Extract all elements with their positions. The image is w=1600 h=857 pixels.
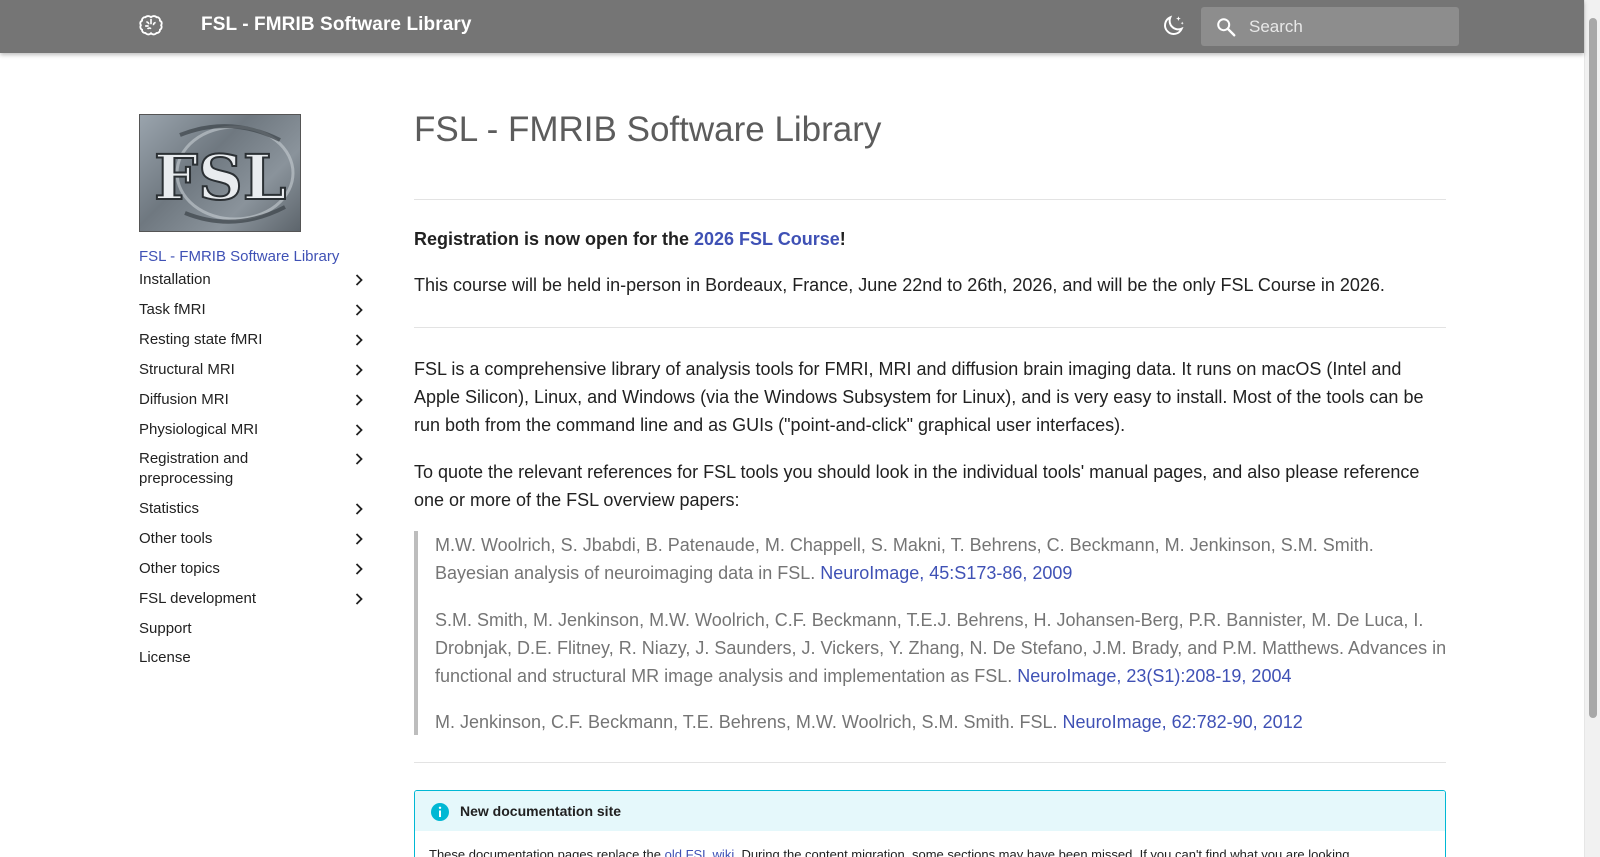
sidebar-item-support[interactable]: Support [139,619,371,639]
reference-text: S.M. Smith, M. Jenkinson, M.W. Woolrich,… [435,610,1447,686]
course-link[interactable]: 2026 FSL Course [694,229,840,249]
sidebar-item-label: Structural MRI [139,361,235,378]
sidebar-item-label: Registration and preprocessing [139,450,249,487]
announcement-suffix: ! [839,229,846,249]
reference-item: S.M. Smith, M. Jenkinson, M.W. Woolrich,… [435,606,1448,690]
reference-text: M. Jenkinson, C.F. Beckmann, T.E. Behren… [435,712,1063,732]
site-title[interactable]: FSL - FMRIB Software Library [201,14,472,36]
course-announcement: Registration is now open for the 2026 FS… [414,225,1444,253]
sidebar-item-label: Statistics [139,500,200,517]
reference-item: M.W. Woolrich, S. Jbabdi, B. Patenaude, … [435,531,1448,587]
sidebar-item-label: Resting state fMRI [139,331,263,348]
sidebar-item-task-fmri[interactable]: Task fMRI [139,300,371,320]
sidebar-item-registration-and-preprocessing[interactable]: Registration and preprocessing [139,449,371,489]
announcement-prefix: Registration is now open for the [414,229,695,249]
chevron-right-icon [355,304,363,316]
sidebar-nav: Installation Task fMRI Resting state fMR… [139,270,371,668]
chevron-right-icon [355,334,363,346]
info-admonition: New documentation site These documentati… [414,790,1446,857]
sidebar-item-structural-mri[interactable]: Structural MRI [139,360,371,380]
course-info: This course will be held in-person in Bo… [414,275,1385,295]
admonition-title: New documentation site [460,803,622,819]
admonition-body: These documentation pages replace the ol… [429,847,1429,857]
sidebar-item-label: Task fMRI [139,301,206,318]
sidebar-item-other-tools[interactable]: Other tools [139,529,371,549]
reference-link[interactable]: NeuroImage, 23(S1):208-19, 2004 [1017,666,1291,686]
sidebar-item-license[interactable]: License [139,648,371,668]
moon-stars-icon[interactable] [1160,13,1186,39]
chevron-right-icon [355,533,363,545]
chevron-right-icon [355,364,363,376]
page-scrollbar[interactable] [1584,0,1600,857]
reference-link[interactable]: NeuroImage, 45:S173-86, 2009 [820,563,1072,583]
references-blockquote: M.W. Woolrich, S. Jbabdi, B. Patenaude, … [414,531,1446,735]
scrollbar-thumb[interactable] [1589,18,1597,718]
chevron-right-icon [355,503,363,515]
chevron-right-icon [355,593,363,605]
chevron-right-icon [355,424,363,436]
reference-item: M. Jenkinson, C.F. Beckmann, T.E. Behren… [435,708,1448,736]
chevron-right-icon [355,274,363,286]
sidebar-item-statistics[interactable]: Statistics [139,499,371,519]
sidebar-item-label: Other topics [139,560,220,577]
quote-intro-paragraph: To quote the relevant references for FSL… [414,462,1420,510]
search-box[interactable] [1201,7,1459,46]
old-wiki-link[interactable]: old FSL wiki [665,847,735,857]
info-circle-icon [431,803,449,821]
fsl-logo-image[interactable]: FSL [139,114,301,232]
sidebar-item-other-topics[interactable]: Other topics [139,559,371,579]
admonition-body-suffix: . During the content migration, some sec… [734,847,1350,857]
search-input[interactable] [1249,7,1449,46]
reference-link[interactable]: NeuroImage, 62:782-90, 2012 [1063,712,1303,732]
intro-paragraph: FSL is a comprehensive library of analys… [414,359,1424,435]
chevron-right-icon [355,453,363,465]
sidebar-item-label: Physiological MRI [139,421,259,438]
divider [414,762,1446,763]
sidebar-item-label: Support [139,620,192,637]
logo-lettering: FSL [154,141,286,214]
admonition-header: New documentation site [415,791,1445,831]
page-title: FSL - FMRIB Software Library [414,110,882,149]
chevron-right-icon [355,563,363,575]
sidebar-item-fsl-development[interactable]: FSL development [139,589,371,609]
sidebar-item-label: License [139,649,191,666]
divider [414,199,1446,200]
nav-home-link[interactable]: FSL - FMRIB Software Library [139,248,339,265]
magnify-icon [1217,18,1236,37]
sidebar-item-physiological-mri[interactable]: Physiological MRI [139,420,371,440]
sidebar-item-label: Diffusion MRI [139,391,229,408]
top-header: FSL - FMRIB Software Library [0,0,1584,53]
divider [414,327,1446,328]
brain-icon[interactable] [137,12,165,40]
sidebar-item-label: Other tools [139,530,213,547]
sidebar-item-resting-state-fmri[interactable]: Resting state fMRI [139,330,371,350]
chevron-right-icon [355,394,363,406]
admonition-body-prefix: These documentation pages replace the [429,847,665,857]
sidebar-item-diffusion-mri[interactable]: Diffusion MRI [139,390,371,410]
sidebar-item-label: FSL development [139,590,257,607]
sidebar-item-installation[interactable]: Installation [139,270,371,290]
sidebar-item-label: Installation [139,271,211,288]
